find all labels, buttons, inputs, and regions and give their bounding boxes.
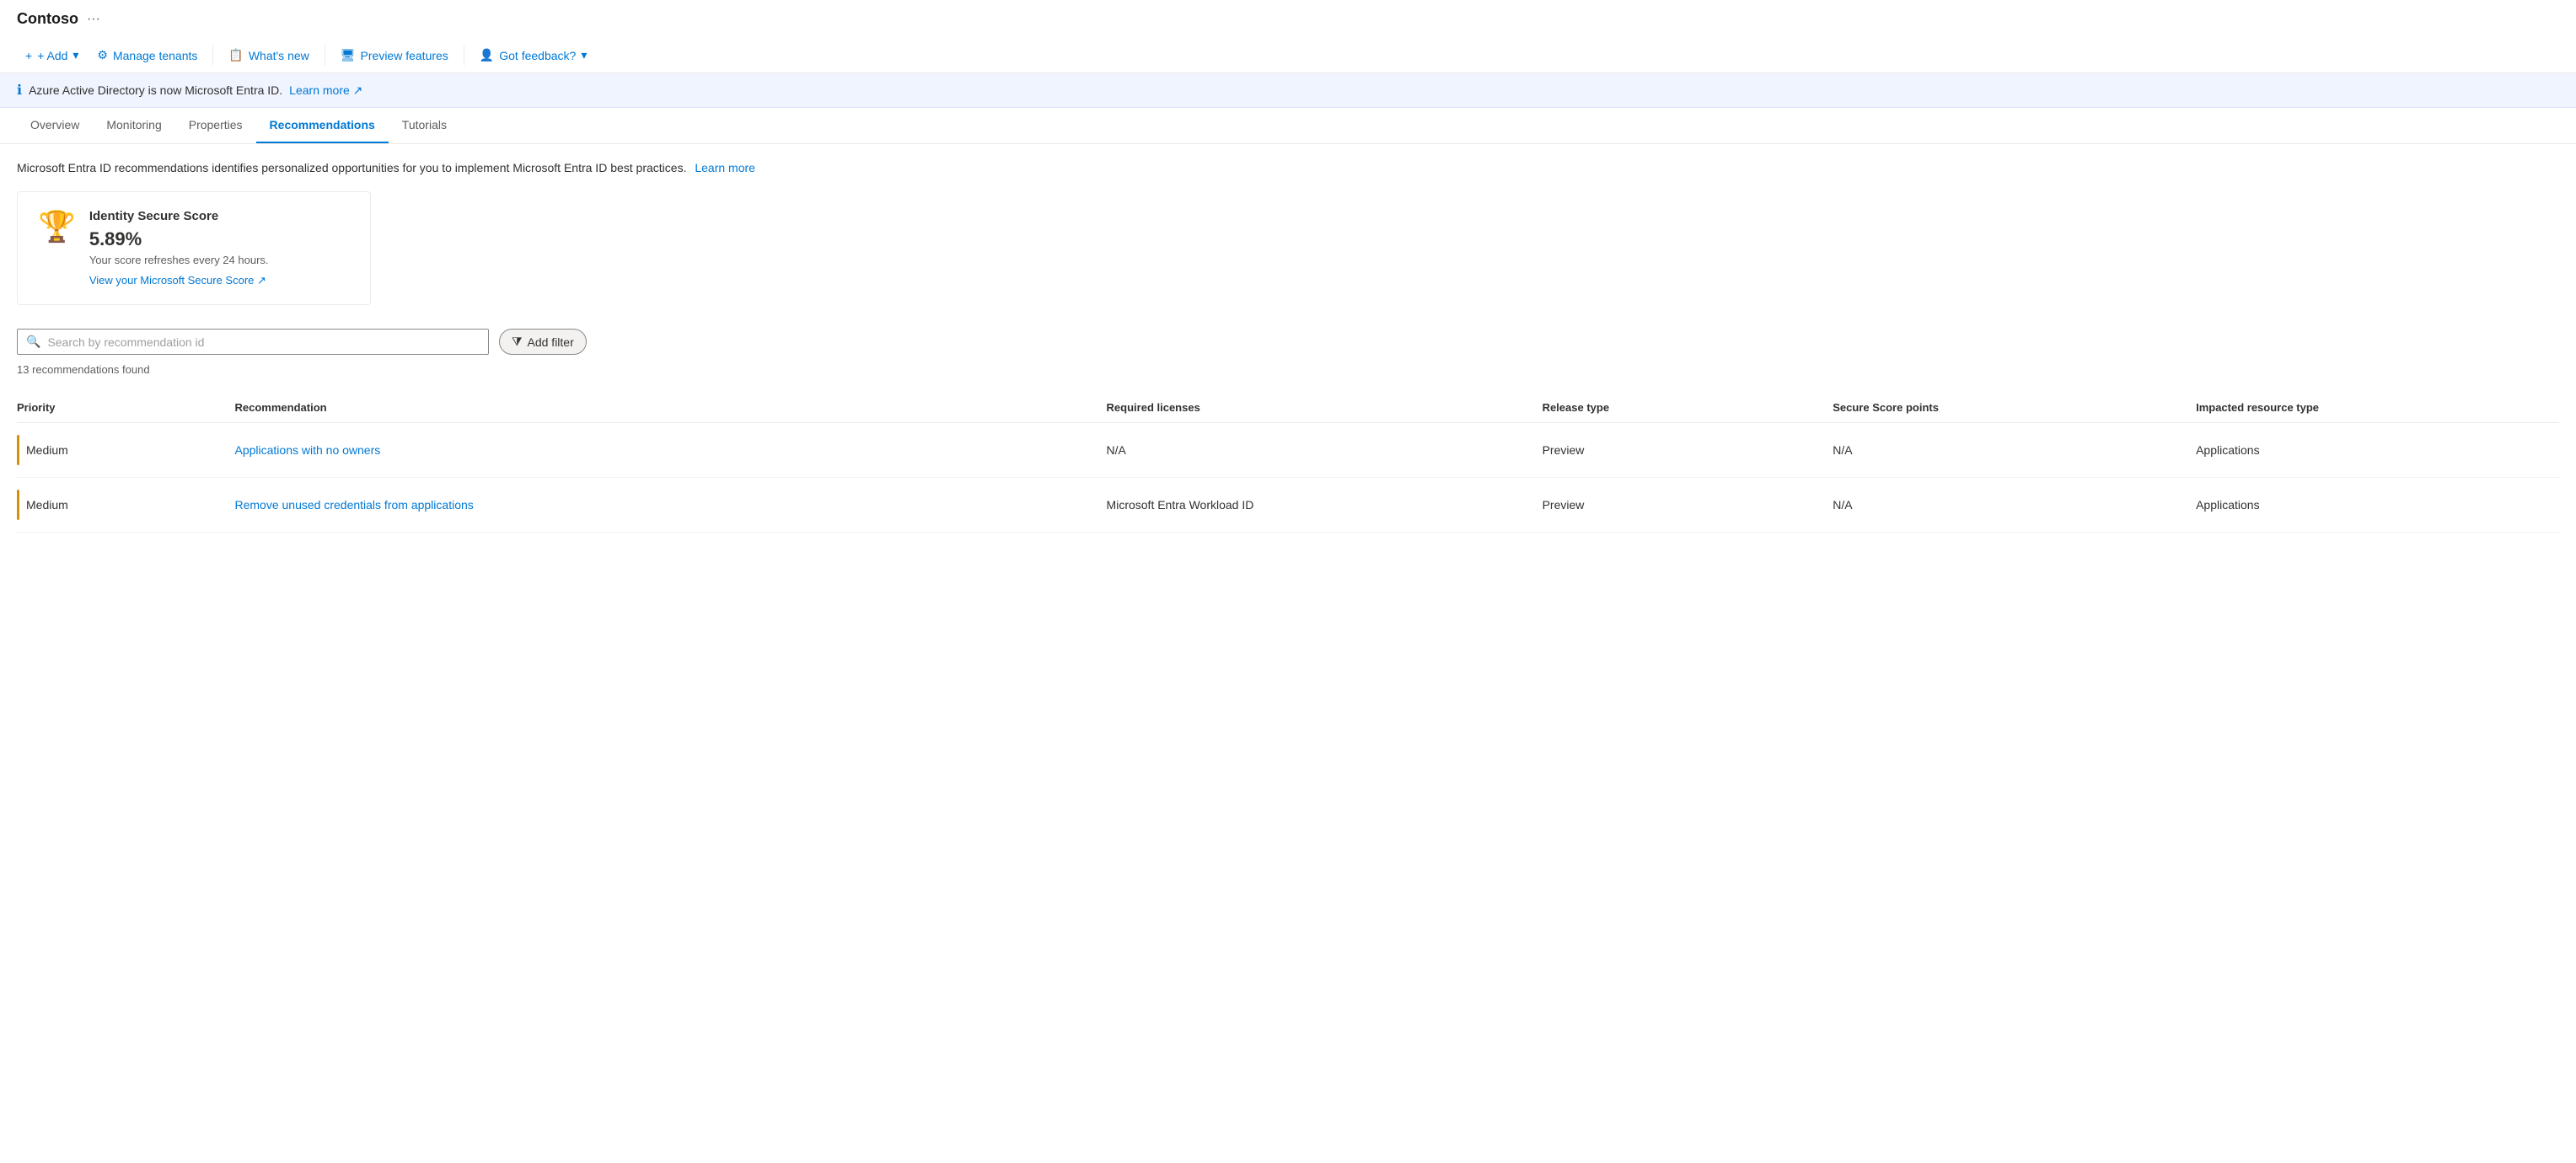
- tenant-ellipsis[interactable]: ···: [87, 12, 100, 27]
- row1-priority-label: Medium: [26, 443, 68, 457]
- tab-monitoring[interactable]: Monitoring: [93, 108, 174, 143]
- table-row: Medium Remove unused credentials from ap…: [17, 478, 2559, 533]
- preview-icon: 🖥: [341, 48, 356, 62]
- add-filter-button[interactable]: ⧩ Add filter: [499, 329, 587, 355]
- priority-bar-2: [17, 490, 19, 520]
- table-header: Priority Recommendation Required license…: [17, 393, 2559, 423]
- search-icon: 🔍: [26, 335, 40, 349]
- manage-tenants-label: Manage tenants: [113, 49, 197, 62]
- tenant-name: Contoso: [17, 10, 78, 28]
- tab-properties[interactable]: Properties: [175, 108, 256, 143]
- table-body: Medium Applications with no owners N/A P…: [17, 423, 2559, 533]
- manage-tenants-button[interactable]: ⚙ Manage tenants: [89, 43, 206, 67]
- col-header-licenses: Required licenses: [1107, 393, 1543, 423]
- row2-resource-cell: Applications: [2196, 478, 2559, 533]
- banner-learn-more-link[interactable]: Learn more ↗: [289, 83, 362, 98]
- add-button[interactable]: + + Add ▾: [17, 43, 87, 67]
- col-header-release: Release type: [1543, 393, 1833, 423]
- whats-new-label: What's new: [249, 49, 309, 62]
- preview-features-button[interactable]: 🖥 Preview features: [332, 43, 457, 67]
- priority-bar-1: [17, 435, 19, 465]
- add-filter-label: Add filter: [528, 335, 574, 349]
- add-label: + Add: [37, 49, 67, 62]
- trophy-icon: 🏆: [38, 209, 76, 244]
- row2-licenses-cell: Microsoft Entra Workload ID: [1107, 478, 1543, 533]
- feedback-chevron-icon: ▾: [581, 48, 587, 62]
- tab-tutorials[interactable]: Tutorials: [389, 108, 460, 143]
- row2-priority-label: Medium: [26, 498, 68, 512]
- whats-new-button[interactable]: 📋 What's new: [220, 43, 317, 67]
- table-row: Medium Applications with no owners N/A P…: [17, 423, 2559, 478]
- tab-overview[interactable]: Overview: [17, 108, 93, 143]
- row2-recommendation-cell: Remove unused credentials from applicati…: [235, 478, 1107, 533]
- row1-recommendation-link[interactable]: Applications with no owners: [235, 443, 381, 457]
- toolbar-divider-1: [212, 46, 213, 66]
- row2-release-cell: Preview: [1543, 478, 1833, 533]
- priority-cell-1: Medium: [17, 435, 225, 465]
- row1-release-cell: Preview: [1543, 423, 1833, 478]
- navigation-tabs: Overview Monitoring Properties Recommend…: [0, 108, 2576, 144]
- add-icon: +: [25, 49, 32, 62]
- got-feedback-button[interactable]: 👤 Got feedback? ▾: [471, 43, 596, 67]
- external-link-icon: ↗: [353, 83, 363, 97]
- col-header-priority: Priority: [17, 393, 235, 423]
- description-learn-more-link[interactable]: Learn more: [695, 161, 755, 174]
- row1-licenses-cell: N/A: [1107, 423, 1543, 478]
- view-secure-score-link[interactable]: View your Microsoft Secure Score ↗: [89, 274, 266, 287]
- score-refresh-text: Your score refreshes every 24 hours.: [89, 254, 269, 266]
- score-value: 5.89%: [89, 228, 269, 250]
- row1-priority-cell: Medium: [17, 423, 235, 478]
- col-header-resource: Impacted resource type: [2196, 393, 2559, 423]
- identity-secure-score-card: 🏆 Identity Secure Score 5.89% Your score…: [17, 191, 371, 305]
- search-input[interactable]: [47, 335, 480, 349]
- recommendations-description: Microsoft Entra ID recommendations ident…: [17, 161, 2559, 174]
- preview-features-label: Preview features: [361, 49, 448, 62]
- score-title: Identity Secure Score: [89, 209, 269, 223]
- col-header-recommendation: Recommendation: [235, 393, 1107, 423]
- toolbar: + + Add ▾ ⚙ Manage tenants 📋 What's new …: [0, 38, 2576, 73]
- col-header-score: Secure Score points: [1833, 393, 2196, 423]
- banner-text: Azure Active Directory is now Microsoft …: [29, 83, 282, 97]
- filter-icon: ⧩: [512, 335, 523, 349]
- search-row: 🔍 ⧩ Add filter: [17, 329, 2559, 355]
- priority-cell-2: Medium: [17, 490, 225, 520]
- add-chevron-icon: ▾: [72, 48, 78, 62]
- feedback-icon: 👤: [480, 48, 494, 62]
- top-bar: Contoso ···: [0, 0, 2576, 38]
- entra-id-banner: ℹ Azure Active Directory is now Microsof…: [0, 73, 2576, 108]
- results-count: 13 recommendations found: [17, 363, 2559, 376]
- row2-priority-cell: Medium: [17, 478, 235, 533]
- main-content: Microsoft Entra ID recommendations ident…: [0, 144, 2576, 549]
- whats-new-icon: 📋: [228, 48, 243, 62]
- row1-score-cell: N/A: [1833, 423, 2196, 478]
- tab-recommendations[interactable]: Recommendations: [256, 108, 389, 143]
- gear-icon: ⚙: [97, 48, 108, 62]
- row2-score-cell: N/A: [1833, 478, 2196, 533]
- row1-recommendation-cell: Applications with no owners: [235, 423, 1107, 478]
- got-feedback-label: Got feedback?: [499, 49, 576, 62]
- search-box-container: 🔍: [17, 329, 489, 355]
- score-content: Identity Secure Score 5.89% Your score r…: [89, 209, 269, 287]
- row1-resource-cell: Applications: [2196, 423, 2559, 478]
- recommendations-table: Priority Recommendation Required license…: [17, 393, 2559, 533]
- row2-recommendation-link[interactable]: Remove unused credentials from applicati…: [235, 498, 474, 512]
- info-icon: ℹ: [17, 82, 22, 99]
